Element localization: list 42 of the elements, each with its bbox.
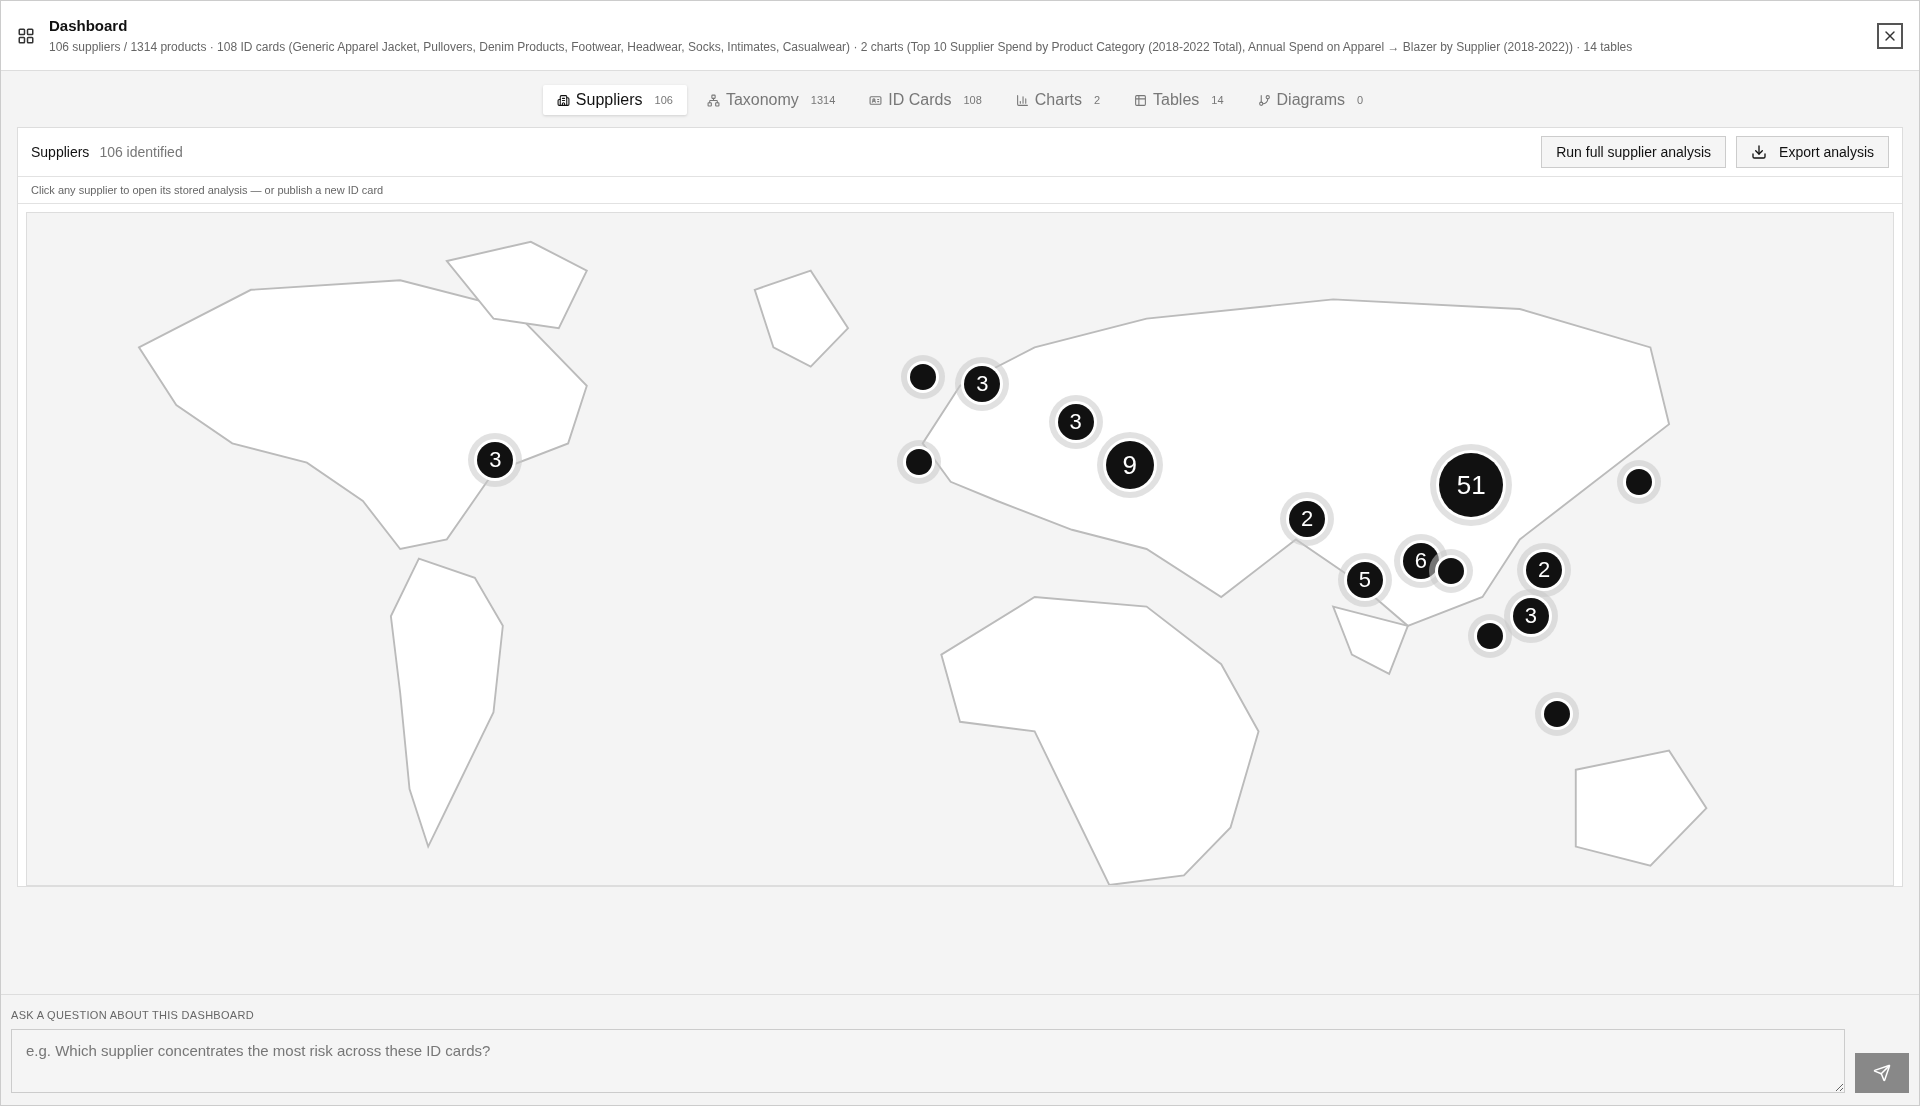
cluster-marker[interactable]: 2 <box>1289 501 1326 538</box>
hierarchy-icon <box>706 93 720 107</box>
send-icon <box>1873 1064 1891 1082</box>
question-label: ASK A QUESTION ABOUT THIS DASHBOARD <box>11 1009 255 1021</box>
export-button[interactable]: Export analysis <box>1736 136 1889 168</box>
tab[interactable]: Charts 2 <box>1001 85 1115 115</box>
analysis-button[interactable]: Run full supplier analysis <box>1541 136 1727 168</box>
dashboard-title: Dashboard <box>49 17 129 34</box>
id-card-icon <box>869 93 883 107</box>
cluster-marker[interactable]: 9 <box>1105 441 1154 489</box>
cluster-marker[interactable]: 3 <box>1513 598 1549 635</box>
map-marker[interactable] <box>1626 468 1653 495</box>
cluster-marker[interactable]: 51 <box>1439 453 1504 518</box>
close-button[interactable] <box>1877 22 1903 49</box>
send-button[interactable] <box>1855 1053 1909 1093</box>
dashboard-icon <box>17 26 35 45</box>
tab[interactable]: Diagrams 0 <box>1243 85 1378 115</box>
panel-title: Suppliers <box>31 144 90 160</box>
question-field[interactable]: e.g. Which supplier concentrates the most risk across these ID cards? <box>11 1029 1845 1093</box>
map-marker[interactable] <box>1544 700 1571 727</box>
cluster-marker[interactable]: 3 <box>477 442 514 479</box>
tab[interactable]: Tables 14 <box>1120 85 1238 115</box>
building-icon <box>556 93 570 107</box>
map-marker[interactable] <box>1437 558 1464 585</box>
bar-chart-icon <box>1015 93 1029 107</box>
cluster-marker[interactable]: 6 <box>1402 543 1439 580</box>
map-marker[interactable] <box>905 449 932 476</box>
dashboard-summary: 106 suppliers / 1314 products · 108 ID cards (Generic Apparel Jacket, Pullovers, Denim Products, Footwear, Headwear, Socks, Intimates, Casualwear) · 2 charts (Top 10 Supplier Spend by Product Category (2018-2022 Total), Annual Spend on Apparel → Blazer by Supplier (2018-2022)) · 14 tables <box>49 40 1634 54</box>
cluster-marker[interactable]: 2 <box>1526 551 1563 588</box>
map-marker[interactable] <box>1476 623 1503 650</box>
tab[interactable]: Suppliers 106 <box>542 85 687 115</box>
cluster-marker[interactable]: 5 <box>1346 561 1383 598</box>
table-icon <box>1134 93 1148 107</box>
cluster-marker[interactable]: 3 <box>1057 404 1094 440</box>
map-marker[interactable] <box>909 363 936 390</box>
tab[interactable]: Taxonomy 1314 <box>692 85 850 115</box>
cluster-marker[interactable]: 3 <box>964 366 1001 403</box>
tab[interactable]: ID Cards 108 <box>855 85 996 115</box>
download-icon <box>1751 144 1768 160</box>
supplier-count: 106 identified <box>99 144 184 160</box>
branch-icon <box>1257 93 1271 107</box>
panel-hint: Click any supplier to open its stored analysis — or publish a new ID card <box>18 177 1902 204</box>
